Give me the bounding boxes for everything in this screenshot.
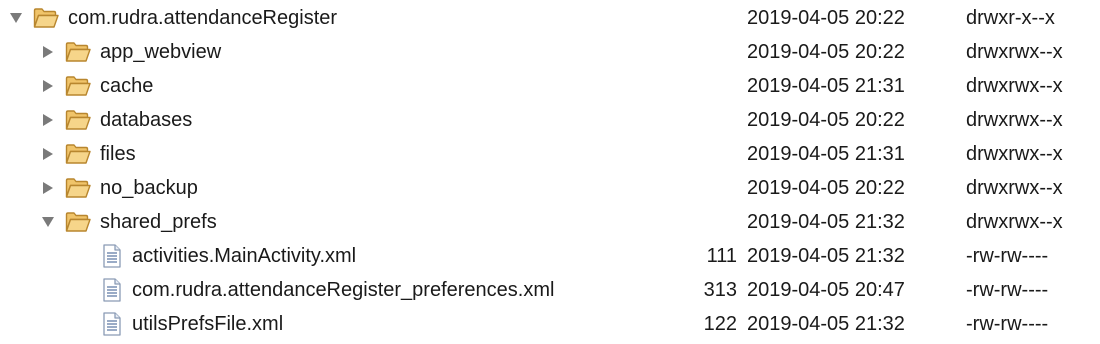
- item-name: databases: [100, 109, 193, 131]
- tree-row-package-folder[interactable]: com.rudra.attendanceRegister 2019-04-05 …: [0, 1, 1100, 35]
- xml-file-icon: [99, 312, 125, 336]
- item-datetime: 2019-04-05 21:31: [747, 75, 905, 97]
- folder-open-icon: [65, 108, 91, 132]
- expand-arrow-down-icon[interactable]: [9, 10, 23, 26]
- folder-open-icon: [65, 40, 91, 64]
- tree-row-no-backup-folder[interactable]: no_backup 2019-04-05 20:22 drwxrwx--x: [0, 171, 1100, 205]
- item-datetime: 2019-04-05 20:22: [747, 177, 905, 199]
- item-name: com.rudra.attendanceRegister_preferences…: [132, 279, 555, 301]
- item-datetime: 2019-04-05 21:32: [747, 313, 905, 335]
- tree-row-preferences-xml[interactable]: com.rudra.attendanceRegister_preferences…: [0, 273, 1100, 307]
- item-datetime: 2019-04-05 20:47: [747, 279, 905, 301]
- item-name: activities.MainActivity.xml: [132, 245, 357, 267]
- item-datetime: 2019-04-05 20:22: [747, 7, 905, 29]
- item-name: shared_prefs: [100, 211, 217, 233]
- item-name: app_webview: [100, 41, 222, 63]
- tree-row-cache-folder[interactable]: cache 2019-04-05 21:31 drwxrwx--x: [0, 69, 1100, 103]
- tree-row-files-folder[interactable]: files 2019-04-05 21:31 drwxrwx--x: [0, 137, 1100, 171]
- xml-file-icon: [99, 244, 125, 268]
- expand-arrow-right-icon[interactable]: [41, 180, 55, 196]
- folder-open-icon: [65, 176, 91, 200]
- item-datetime: 2019-04-05 21:32: [747, 245, 905, 267]
- xml-file-icon: [99, 278, 125, 302]
- item-permissions: -rw-rw----: [966, 245, 1049, 267]
- item-permissions: drwxrwx--x: [966, 143, 1063, 165]
- folder-open-icon: [33, 6, 59, 30]
- folder-open-icon: [65, 74, 91, 98]
- item-permissions: drwxrwx--x: [966, 109, 1063, 131]
- item-datetime: 2019-04-05 20:22: [747, 41, 905, 63]
- item-name: cache: [100, 75, 154, 97]
- item-permissions: drwxrwx--x: [966, 211, 1063, 233]
- folder-open-icon: [65, 210, 91, 234]
- tree-row-shared-prefs-folder[interactable]: shared_prefs 2019-04-05 21:32 drwxrwx--x: [0, 205, 1100, 239]
- item-permissions: -rw-rw----: [966, 279, 1049, 301]
- expand-arrow-right-icon[interactable]: [41, 78, 55, 94]
- item-permissions: drwxr-x--x: [966, 7, 1055, 29]
- tree-row-databases-folder[interactable]: databases 2019-04-05 20:22 drwxrwx--x: [0, 103, 1100, 137]
- item-permissions: -rw-rw----: [966, 313, 1049, 335]
- item-name: files: [100, 143, 136, 165]
- expand-arrow-right-icon[interactable]: [41, 112, 55, 128]
- tree-row-utils-prefs-xml[interactable]: utilsPrefsFile.xml 122 2019-04-05 21:32 …: [0, 307, 1100, 341]
- folder-open-icon: [65, 142, 91, 166]
- item-permissions: drwxrwx--x: [966, 75, 1063, 97]
- item-datetime: 2019-04-05 21:32: [747, 211, 905, 233]
- tree-row-main-activity-xml[interactable]: activities.MainActivity.xml 111 2019-04-…: [0, 239, 1100, 273]
- item-size: 313: [703, 279, 737, 301]
- expand-arrow-down-icon[interactable]: [41, 214, 55, 230]
- item-size: 122: [703, 313, 737, 335]
- expand-arrow-right-icon[interactable]: [41, 44, 55, 60]
- item-datetime: 2019-04-05 21:31: [747, 143, 905, 165]
- item-name: utilsPrefsFile.xml: [132, 313, 284, 335]
- item-permissions: drwxrwx--x: [966, 41, 1063, 63]
- item-datetime: 2019-04-05 20:22: [747, 109, 905, 131]
- tree-row-app-webview-folder[interactable]: app_webview 2019-04-05 20:22 drwxrwx--x: [0, 35, 1100, 69]
- expand-arrow-right-icon[interactable]: [41, 146, 55, 162]
- item-name: com.rudra.attendanceRegister: [68, 7, 338, 29]
- item-name: no_backup: [100, 177, 198, 199]
- file-explorer-tree: com.rudra.attendanceRegister 2019-04-05 …: [0, 0, 1100, 344]
- item-size: 111: [706, 245, 737, 267]
- item-permissions: drwxrwx--x: [966, 177, 1063, 199]
